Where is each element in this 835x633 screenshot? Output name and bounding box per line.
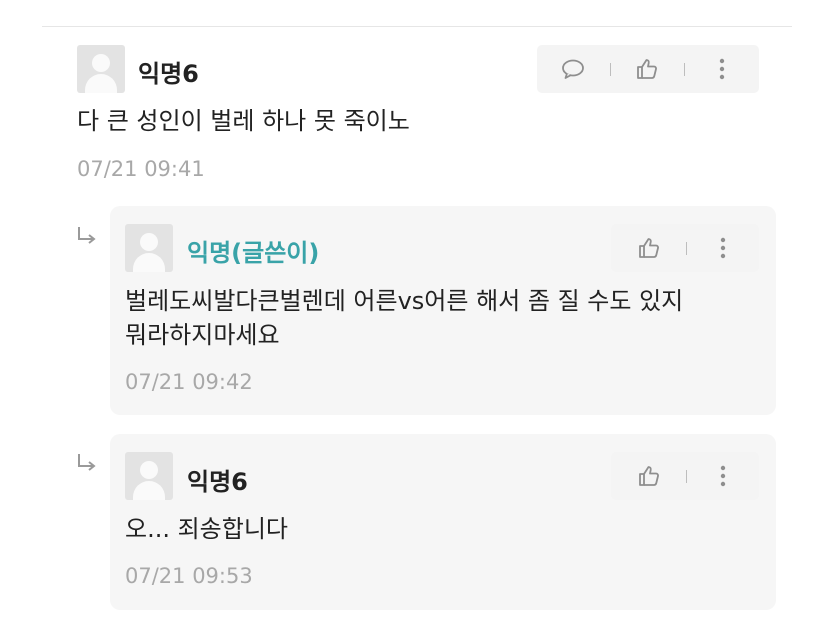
action-separator (610, 63, 611, 76)
like-icon[interactable] (627, 452, 671, 500)
reply-text-line: 오... 죄송합니다 (125, 515, 288, 543)
reply-text-line: 뭐라하지마세요 (125, 321, 280, 349)
reply-arrow-icon (78, 227, 96, 244)
reply-text-line: 벌레도씨발다큰벌렌데 어른vs어른 해서 좀 질 수도 있지 (125, 287, 684, 315)
reply-icon[interactable] (551, 45, 595, 93)
top-divider (42, 26, 792, 27)
more-icon[interactable] (701, 224, 745, 272)
like-icon[interactable] (627, 224, 671, 272)
avatar (77, 45, 125, 93)
reply-item: 익명(글쓴이) 벌레도씨발다큰벌렌데 어른vs어른 해서 좀 질 수도 있지 뭐… (110, 206, 776, 415)
action-separator (684, 63, 685, 76)
action-separator (686, 242, 687, 255)
reply-author-name[interactable]: 익명6 (187, 462, 248, 497)
reply-action-bar (611, 224, 759, 272)
reply-timestamp: 07/21 09:42 (125, 370, 253, 394)
action-separator (686, 470, 687, 483)
comment-text: 다 큰 성인이 벌레 하나 못 죽이노 (77, 107, 410, 135)
more-icon[interactable] (700, 45, 744, 93)
comment-action-bar (537, 45, 759, 93)
reply-timestamp: 07/21 09:53 (125, 564, 253, 588)
comment-author-name[interactable]: 익명6 (138, 54, 199, 89)
comment-timestamp: 07/21 09:41 (77, 157, 205, 181)
reply-author-name[interactable]: 익명(글쓴이) (187, 233, 319, 268)
avatar (125, 452, 173, 500)
reply-action-bar (611, 452, 759, 500)
more-icon[interactable] (701, 452, 745, 500)
reply-arrow-icon (78, 454, 96, 471)
avatar (125, 224, 173, 272)
like-icon[interactable] (625, 45, 669, 93)
reply-item: 익명6 오... 죄송합니다 07/21 09:53 (110, 434, 776, 610)
